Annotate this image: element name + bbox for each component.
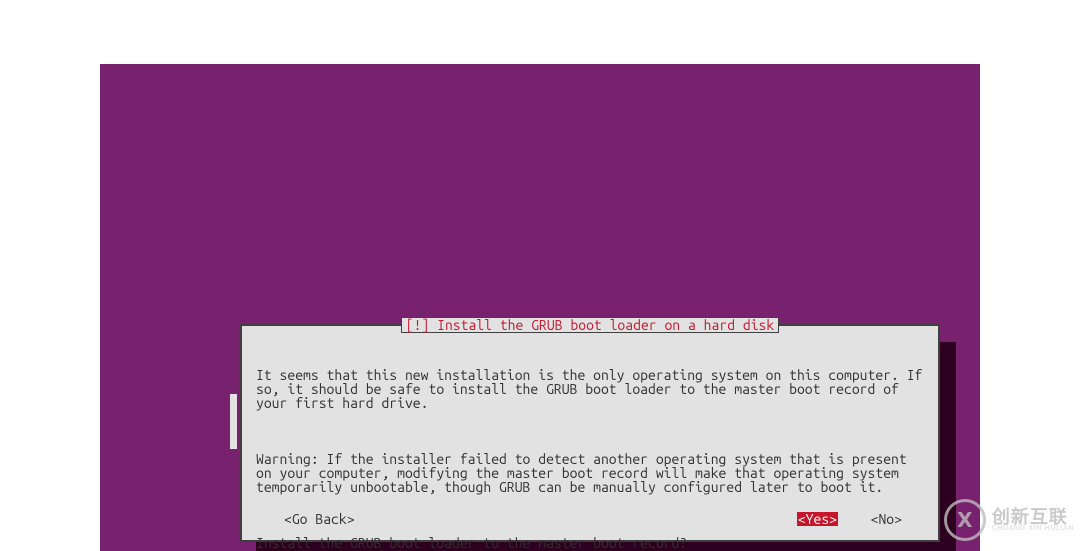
dialog-question: Install the GRUB boot loader to the mast… — [256, 536, 924, 550]
installer-desktop: [!] Install the GRUB boot loader on a ha… — [100, 64, 980, 551]
no-button[interactable]: <No> — [871, 512, 902, 526]
watermark-sub: CHUANG XIN HULIAN — [992, 525, 1074, 532]
watermark-text-block: 创新互联 CHUANG XIN HULIAN — [992, 509, 1074, 532]
go-back-button[interactable]: <Go Back> — [284, 512, 355, 526]
watermark-logo-glyph: X — [957, 510, 972, 530]
dialog-title: [!] Install the GRUB boot loader on a ha… — [406, 317, 774, 333]
dialog-title-wrap: [!] Install the GRUB boot loader on a ha… — [242, 317, 938, 333]
yes-button[interactable]: <Yes> — [797, 512, 838, 526]
dialog-button-row: <Go Back> <Yes> <No> — [256, 512, 924, 528]
watermark: X 创新互联 CHUANG XIN HULIAN — [944, 499, 1074, 541]
grub-install-dialog: [!] Install the GRUB boot loader on a ha… — [240, 324, 940, 542]
dialog-paragraph-1: It seems that this new installation is t… — [256, 368, 924, 410]
screenshot-stage: [!] Install the GRUB boot loader on a ha… — [0, 0, 1080, 551]
background-dialog-edge — [230, 394, 237, 449]
watermark-logo-icon: X — [944, 499, 986, 541]
dialog-title-border: [!] Install the GRUB boot loader on a ha… — [401, 317, 779, 333]
dialog-paragraph-2: Warning: If the installer failed to dete… — [256, 452, 924, 494]
